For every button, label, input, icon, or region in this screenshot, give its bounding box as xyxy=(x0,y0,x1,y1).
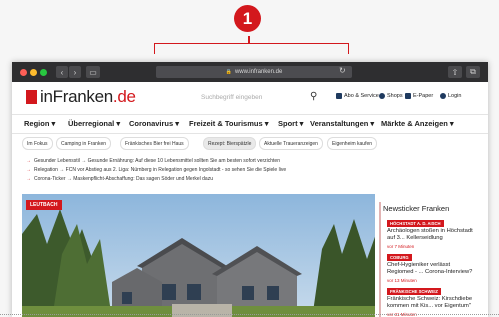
nav-maerkte-anzeigen[interactable]: Märkte & Anzeigen ▾ xyxy=(381,119,454,128)
news-headline[interactable]: Fränkische Schweiz: Kirschdiebe kommen m… xyxy=(387,296,475,310)
chip-camping[interactable]: Camping in Franken xyxy=(56,137,112,150)
nav-region[interactable]: Region ▾ xyxy=(24,119,55,128)
news-location-badge: COBURG xyxy=(387,254,412,261)
shops-link[interactable]: Shops xyxy=(379,93,403,99)
tabs-overview-button[interactable]: ⧉ xyxy=(466,66,480,78)
chip-bier[interactable]: Fränkisches Bier frei Haus xyxy=(120,137,189,150)
shop-icon xyxy=(379,93,385,99)
arrow-icon: → xyxy=(26,158,31,164)
epaper-link[interactable]: E-Paper xyxy=(405,93,433,99)
browser-titlebar: ‹ › ▭ 🔒 www.infranken.de ↻ ⇧ ⧉ xyxy=(12,62,488,82)
nav-freizeit-tourismus[interactable]: Freizeit & Tourismus ▾ xyxy=(189,119,268,128)
chip-eigenheim[interactable]: Eigenheim kaufen xyxy=(327,137,378,150)
ticker-text: Relegation → FCN vor Abstieg aus 2. Liga… xyxy=(34,167,287,173)
nav-coronavirus[interactable]: Coronavirus ▾ xyxy=(129,119,179,128)
share-button[interactable]: ⇧ xyxy=(448,66,462,78)
hero-image[interactable]: LEUTBACH xyxy=(22,194,376,317)
close-window-button[interactable] xyxy=(20,69,27,76)
abo-service-label: Abo & Service xyxy=(344,93,379,99)
shops-label: Shops xyxy=(387,93,403,99)
ticker-line[interactable]: → Gesunder Lebensstil → Gesunde Ernährung… xyxy=(26,158,280,164)
topic-chips: Im Fokus Camping in Franken Fränkisches … xyxy=(22,137,482,151)
address-bar[interactable]: 🔒 www.infranken.de xyxy=(156,66,352,78)
chip-trauer[interactable]: Aktuelle Traueranzeigen xyxy=(259,137,323,150)
timeline-line xyxy=(379,202,381,317)
browser-window: ‹ › ▭ 🔒 www.infranken.de ↻ ⇧ ⧉ inFranken… xyxy=(12,62,488,317)
lock-icon: 🔒 xyxy=(225,69,232,75)
logo-main: inFranken xyxy=(40,87,113,106)
ticker-line[interactable]: → Corona-Ticker → Maskenpflicht-Abschaffu… xyxy=(26,176,213,182)
address-text: www.infranken.de xyxy=(234,69,283,75)
nav-veranstaltungen[interactable]: Veranstaltungen ▾ xyxy=(310,119,374,128)
news-location-badge: FRÄNKISCHE SCHWEIZ xyxy=(387,288,441,295)
search-icon[interactable]: ⚲ xyxy=(310,91,317,102)
abo-service-link[interactable]: Abo & Service xyxy=(336,93,379,99)
main-navigation: Region ▾ Überregional ▾ Coronavirus ▾ Fr… xyxy=(12,114,488,134)
chip-im-fokus[interactable]: Im Fokus xyxy=(22,137,53,150)
news-location-badge: HÖCHSTADT A. D. AISCH xyxy=(387,220,444,227)
reload-icon[interactable]: ↻ xyxy=(339,66,346,75)
user-icon xyxy=(440,93,446,99)
news-time: vor 7 Minuten xyxy=(387,244,415,249)
nav-sport[interactable]: Sport ▾ xyxy=(278,119,303,128)
logo-mark-icon xyxy=(26,90,37,104)
newsticker-panel: Newsticker Franken HÖCHSTADT A. D. AISCH… xyxy=(375,194,479,317)
house-photo xyxy=(22,194,376,317)
news-headline[interactable]: Archäologen stoßen in Höchstadt auf 3...… xyxy=(387,228,475,242)
login-label: Login xyxy=(448,93,462,99)
ticker-text: Gesunder Lebensstil → Gesunde Ernährung:… xyxy=(34,158,280,164)
epaper-label: E-Paper xyxy=(413,93,434,99)
minimize-window-button[interactable] xyxy=(30,69,37,76)
chip-rezept[interactable]: Rezept: Bierspätzle xyxy=(203,137,257,150)
news-time: vor 13 Minuten xyxy=(387,278,417,283)
site-logo[interactable]: inFranken.de xyxy=(40,87,136,107)
search-input[interactable]: Suchbegriff eingeben xyxy=(201,90,313,104)
arrow-icon: → xyxy=(26,176,31,182)
hero-category-label: LEUTBACH xyxy=(26,200,62,210)
arrow-icon: → xyxy=(26,167,31,173)
login-link[interactable]: Login xyxy=(440,93,461,99)
back-button[interactable]: ‹ xyxy=(56,66,68,78)
sidebar-toggle-button[interactable]: ▭ xyxy=(86,66,100,78)
ticker-line[interactable]: → Relegation → FCN vor Abstieg aus 2. Lig… xyxy=(26,167,286,173)
forward-button[interactable]: › xyxy=(69,66,81,78)
newspaper-icon xyxy=(336,93,342,99)
annotation-badge: 1 xyxy=(234,5,261,32)
annotation-bracket xyxy=(154,43,349,54)
ticker-text: Corona-Ticker → Maskenpflicht-Abschaffun… xyxy=(34,176,213,182)
epaper-icon xyxy=(405,93,411,99)
nav-ueberregional[interactable]: Überregional ▾ xyxy=(68,119,120,128)
logo-tld: .de xyxy=(112,87,136,106)
maximize-window-button[interactable] xyxy=(40,69,47,76)
news-headline[interactable]: Chef-Hygieniker verlässt Regiomed - ... … xyxy=(387,262,475,276)
newsticker-title: Newsticker Franken xyxy=(383,204,450,213)
cut-line xyxy=(0,314,499,315)
